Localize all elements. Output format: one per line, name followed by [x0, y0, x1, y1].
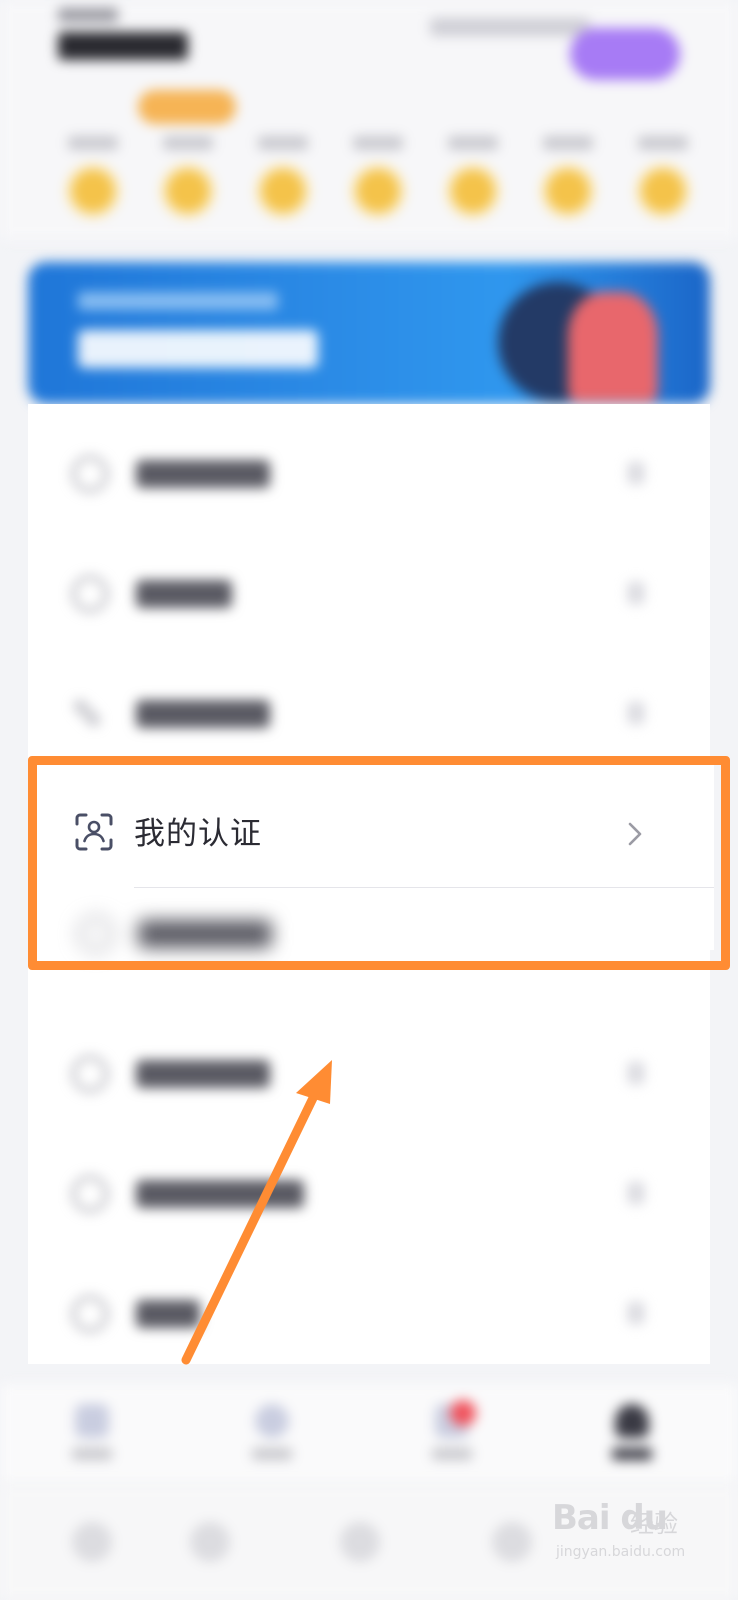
coin-icon: [452, 170, 494, 212]
notification-dot: [450, 1400, 476, 1426]
coin-icon: [167, 170, 209, 212]
compass-icon: [255, 1404, 289, 1438]
header-info-text: [430, 18, 590, 36]
checkin-day[interactable]: [343, 128, 413, 223]
list-item[interactable]: [28, 650, 710, 770]
profile-icon: [615, 1404, 649, 1438]
face-id-scan-icon: [75, 813, 113, 851]
checkin-day[interactable]: [628, 128, 698, 223]
promo-banner[interactable]: [28, 262, 710, 404]
menu-icon: [72, 456, 108, 492]
chevron-right-icon: [628, 1302, 644, 1324]
menu-icon: [72, 1176, 108, 1212]
tab-profile[interactable]: [602, 1404, 662, 1474]
list-item[interactable]: [28, 530, 710, 650]
checkin-day[interactable]: [533, 128, 603, 223]
checkin-day[interactable]: [153, 128, 223, 223]
app-logo: [58, 8, 198, 68]
chevron-right-icon: [628, 1182, 644, 1204]
home-button-icon[interactable]: [340, 1522, 380, 1562]
list-item[interactable]: [28, 410, 710, 530]
list-item[interactable]: [28, 1010, 710, 1130]
tab-messages[interactable]: [422, 1400, 482, 1474]
chevron-right-icon: [628, 582, 644, 604]
menu-icon: [72, 576, 108, 612]
certification-label: 我的认证: [134, 816, 262, 852]
recent-apps-icon[interactable]: [492, 1522, 532, 1562]
chevron-right-icon: [628, 822, 642, 846]
checkin-days: [58, 128, 698, 228]
header-action-button[interactable]: [570, 28, 680, 80]
back-icon[interactable]: [190, 1522, 230, 1562]
coin-icon: [547, 170, 589, 212]
coin-icon: [262, 170, 304, 212]
checkin-day[interactable]: [58, 128, 128, 223]
list-item[interactable]: [28, 1130, 710, 1250]
divider: [134, 887, 714, 888]
menu-icon[interactable]: [72, 1522, 112, 1562]
tab-home[interactable]: [62, 1404, 122, 1474]
coin-icon: [72, 170, 114, 212]
bottom-tab-bar: [0, 1384, 738, 1484]
baidu-jingyan-watermark: Bai du 经验 jingyan.baidu.com: [552, 1488, 722, 1572]
profile-header: [0, 0, 738, 240]
list-item[interactable]: [28, 1250, 710, 1370]
checkin-badge: [138, 90, 236, 124]
chevron-right-icon: [628, 462, 644, 484]
watermark-text: 经验: [630, 1510, 678, 1538]
watermark-url: jingyan.baidu.com: [556, 1544, 686, 1560]
pen-icon: [72, 698, 102, 728]
chevron-right-icon: [628, 1062, 644, 1084]
menu-icon: [72, 1296, 108, 1332]
chevron-right-icon: [628, 702, 644, 724]
checkin-day[interactable]: [248, 128, 318, 223]
checkin-day[interactable]: [438, 128, 508, 223]
my-certification-item[interactable]: 我的认证: [34, 764, 714, 952]
home-icon: [75, 1404, 109, 1438]
next-item-peek: [74, 910, 714, 952]
coin-icon: [357, 170, 399, 212]
tab-discover[interactable]: [242, 1404, 302, 1474]
menu-icon: [72, 1056, 108, 1092]
coin-icon: [642, 170, 684, 212]
